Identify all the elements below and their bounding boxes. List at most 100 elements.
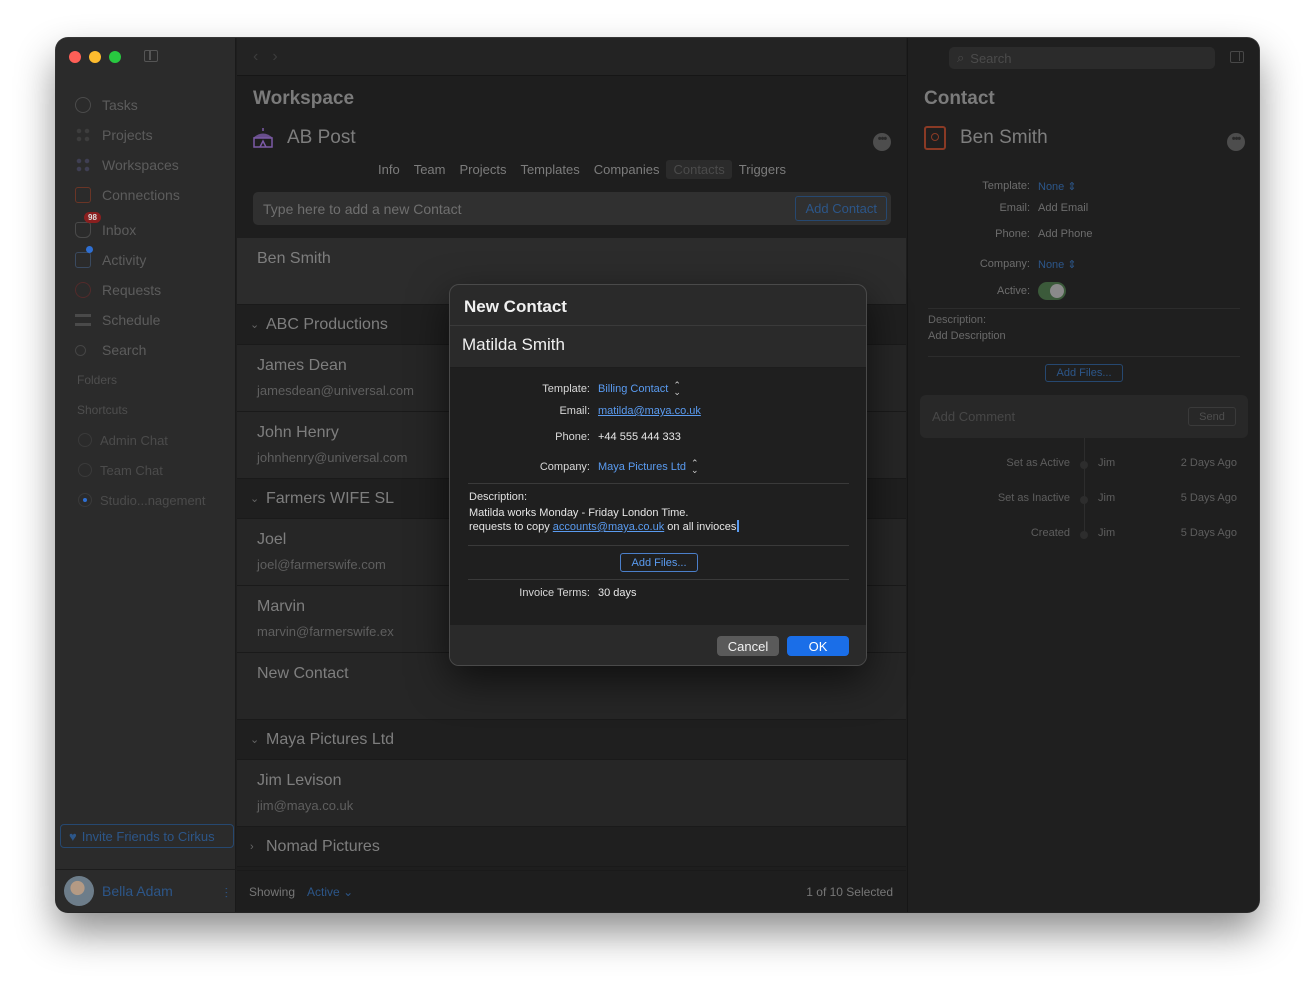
shortcut-team-chat[interactable]: Team Chat xyxy=(56,455,236,485)
search-icon xyxy=(75,344,86,356)
name-field xyxy=(450,325,866,368)
phone-field: Phone: Add Phone xyxy=(908,228,1092,240)
contact-header: Ben Smith xyxy=(924,126,1048,150)
invoice-terms-value[interactable]: 30 days xyxy=(598,587,637,599)
back-arrow-icon[interactable]: ‹ xyxy=(253,48,272,65)
list-item[interactable]: Jim Levison jim@maya.co.uk xyxy=(237,760,906,827)
sidebar-item-label: Workspaces xyxy=(102,157,179,173)
shortcut-label: Studio...nagement xyxy=(100,492,206,508)
chevron-right-icon: › xyxy=(250,840,254,853)
sliders-icon[interactable]: ⫶ xyxy=(225,885,229,902)
company-value: Maya Pictures Ltd xyxy=(598,460,687,473)
timeline-item: Set as Active Jim 2 Days Ago xyxy=(908,457,1259,473)
cancel-button[interactable]: Cancel xyxy=(717,636,779,656)
dialog-body: Template: Billing Contact ⌃ ⌄ Email: matil… xyxy=(450,368,866,625)
sidebar-item-projects[interactable]: Projects xyxy=(56,120,236,150)
tab-templates[interactable]: Templates xyxy=(513,160,586,179)
timeline-action: Set as Active xyxy=(1006,457,1070,469)
comment-input[interactable]: Add Comment Send xyxy=(920,395,1248,438)
sidebar-item-search[interactable]: Search xyxy=(56,335,236,365)
sidebar-item-inbox[interactable]: 98 Inbox xyxy=(56,212,236,245)
contact-name-input[interactable] xyxy=(462,335,852,355)
field-label: Template: xyxy=(982,180,1030,192)
company-select[interactable]: Maya Pictures Ltd ⌃ ⌄ xyxy=(598,459,699,475)
tab-team[interactable]: Team xyxy=(407,160,453,179)
template-field: Template: None ⇕ xyxy=(908,180,1077,193)
workspace-more-icon[interactable]: ••• xyxy=(873,133,891,151)
chat-icon xyxy=(78,493,92,507)
close-window-button[interactable] xyxy=(69,51,81,63)
phone-value[interactable]: Add Phone xyxy=(1038,228,1092,240)
tab-triggers[interactable]: Triggers xyxy=(732,160,793,179)
template-select[interactable]: None ⇕ xyxy=(1038,180,1077,193)
timeline-user: Jim xyxy=(1098,457,1116,469)
contact-name: Ben Smith xyxy=(960,127,1048,148)
updown-icon: ⌃ ⌄ xyxy=(673,380,681,397)
description-value[interactable]: Add Description xyxy=(928,330,1006,342)
shortcut-admin-chat[interactable]: Admin Chat xyxy=(56,425,236,455)
dialog-footer: Cancel OK xyxy=(450,625,866,665)
sidebar-item-tasks[interactable]: Tasks xyxy=(56,90,236,120)
send-button[interactable]: Send xyxy=(1188,407,1236,426)
search-input[interactable]: ⌕ Search xyxy=(949,47,1215,69)
ok-button[interactable]: OK xyxy=(787,636,849,656)
user-footer: Bella Adam ⫶ xyxy=(56,869,236,912)
company-select[interactable]: None ⇕ xyxy=(1038,258,1077,271)
tab-info[interactable]: Info xyxy=(371,160,407,179)
sidebar-item-activity[interactable]: Activity xyxy=(56,245,236,275)
tab-companies[interactable]: Companies xyxy=(587,160,667,179)
inspector-toggle-icon[interactable] xyxy=(1230,51,1244,63)
field-label: Email: xyxy=(999,202,1030,214)
active-toggle[interactable] xyxy=(1038,282,1066,300)
sidebar-item-requests[interactable]: Requests xyxy=(56,275,236,305)
contact-more-icon[interactable]: ••• xyxy=(1227,133,1245,151)
tab-contacts[interactable]: Contacts xyxy=(666,160,732,179)
sidebar-item-workspaces[interactable]: Workspaces xyxy=(56,150,236,180)
phone-value[interactable]: +44 555 444 333 xyxy=(598,431,681,443)
group-header[interactable]: › Nomad Pictures xyxy=(237,827,906,867)
sidebar-item-label: Projects xyxy=(102,127,153,143)
dialog-title: New Contact xyxy=(464,297,567,316)
field-label: Active: xyxy=(996,285,1030,297)
contact-name: New Contact xyxy=(257,665,349,682)
group-header[interactable]: ⌄ Maya Pictures Ltd xyxy=(237,720,906,760)
user-name[interactable]: Bella Adam xyxy=(102,883,173,899)
tab-projects[interactable]: Projects xyxy=(452,160,513,179)
description-email-link[interactable]: accounts@maya.co.uk xyxy=(553,521,664,533)
list-footer: Showing Active ⌄ 1 of 10 Selected xyxy=(237,870,906,912)
add-files-button[interactable]: Add Files... xyxy=(1045,364,1123,382)
shortcut-label: Team Chat xyxy=(100,462,163,478)
invite-label: Invite Friends to Cirkus xyxy=(81,828,215,844)
email-value[interactable]: matilda@maya.co.uk xyxy=(598,405,701,417)
sidebar-item-connections[interactable]: Connections xyxy=(56,180,236,210)
timeline-item: Set as Inactive Jim 5 Days Ago xyxy=(908,492,1259,508)
folders-heading[interactable]: Folders xyxy=(56,365,236,395)
search-placeholder: Search xyxy=(970,50,1012,66)
minimize-window-button[interactable] xyxy=(89,51,101,63)
sidebar-toggle-icon[interactable] xyxy=(144,50,158,62)
template-value: Billing Contact xyxy=(598,382,669,395)
sidebar-item-label: Schedule xyxy=(102,312,161,328)
shortcuts-heading[interactable]: Shortcuts xyxy=(56,395,236,425)
description-textarea[interactable]: Matilda works Monday - Friday London Tim… xyxy=(469,507,739,534)
company-field: Company: None ⇕ xyxy=(908,258,1077,271)
circus-tent-icon xyxy=(251,126,275,150)
timeline-user: Jim xyxy=(1098,492,1116,504)
sidebar-item-schedule[interactable]: Schedule xyxy=(56,305,236,335)
template-select[interactable]: Billing Contact ⌃ ⌄ xyxy=(598,380,681,397)
forward-arrow-icon[interactable]: › xyxy=(272,48,291,65)
add-files-button[interactable]: Add Files... xyxy=(620,553,698,572)
shortcut-studio-management[interactable]: Studio...nagement xyxy=(56,485,236,515)
filter-dropdown[interactable]: Active ⌄ xyxy=(307,885,353,899)
add-contact-button[interactable]: Add Contact xyxy=(795,196,887,221)
email-value[interactable]: Add Email xyxy=(1038,202,1088,214)
avatar[interactable] xyxy=(64,876,94,906)
invite-friends-button[interactable]: ♥ Invite Friends to Cirkus xyxy=(60,824,234,848)
chevron-down-icon: ⌄ xyxy=(250,493,260,505)
description-line: Matilda works Monday - Friday London Tim… xyxy=(469,507,689,519)
group-name: Farmers WIFE SL xyxy=(266,489,395,507)
add-contact-input[interactable] xyxy=(253,200,796,217)
zoom-window-button[interactable] xyxy=(109,51,121,63)
sidebar-item-label: Requests xyxy=(102,282,162,298)
description-label: Description: xyxy=(469,491,528,503)
